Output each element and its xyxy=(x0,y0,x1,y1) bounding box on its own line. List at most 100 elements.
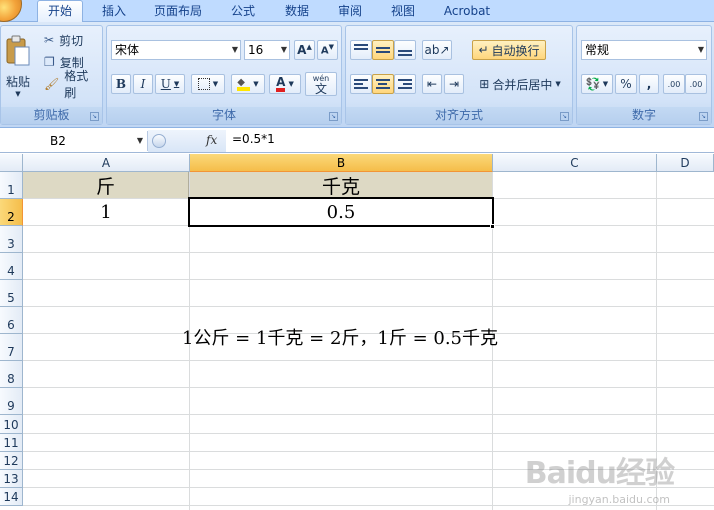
percent-button[interactable]: % xyxy=(615,74,637,94)
cell-a2[interactable]: 1 xyxy=(23,199,189,225)
alignment-launcher-icon[interactable]: ↘ xyxy=(560,112,569,121)
name-box[interactable]: B2 ▼ xyxy=(0,131,148,151)
number-format-value: 常规 xyxy=(585,43,610,57)
tab-acrobat[interactable]: Acrobat xyxy=(436,2,498,22)
accounting-format-button[interactable]: 💱 ▼ xyxy=(581,74,613,94)
italic-button[interactable]: I xyxy=(133,74,153,94)
column-header-d[interactable]: D xyxy=(657,154,714,172)
gridline xyxy=(23,387,714,388)
bold-button[interactable]: B xyxy=(111,74,131,94)
row-header-4[interactable]: 4 xyxy=(0,253,23,280)
chevron-down-icon: ▼ xyxy=(697,45,704,54)
align-top-button[interactable] xyxy=(350,40,372,60)
gridline xyxy=(23,306,714,307)
format-painter-button[interactable]: 🖌 格式刷 xyxy=(39,69,99,100)
align-middle-icon xyxy=(376,45,390,55)
borders-button[interactable]: ▼ xyxy=(191,74,225,94)
formula-input[interactable]: =0.5*1 xyxy=(232,132,275,146)
font-color-button[interactable]: A ▼ xyxy=(269,74,301,94)
row-header-5[interactable]: 5 xyxy=(0,280,23,307)
row-header-3[interactable]: 3 xyxy=(0,226,23,253)
cell-b1[interactable]: 千克 xyxy=(190,172,492,198)
align-right-button[interactable] xyxy=(394,74,416,94)
increase-decimal-button[interactable]: .00 xyxy=(663,74,685,94)
row-header-8[interactable]: 8 xyxy=(0,361,23,388)
number-launcher-icon[interactable]: ↘ xyxy=(699,112,708,121)
row-header-14[interactable]: 14 xyxy=(0,488,23,506)
tab-home[interactable]: 开始 xyxy=(37,0,83,23)
baidu-watermark-url: jingyan.baidu.com xyxy=(568,493,670,506)
decrease-decimal-icon: .00 xyxy=(689,79,703,89)
select-all-button[interactable] xyxy=(0,154,23,172)
format-painter-label: 格式刷 xyxy=(64,69,89,100)
row-header-9[interactable]: 9 xyxy=(0,388,23,415)
formula-bar: B2 ▼ fx =0.5*1 xyxy=(0,129,714,153)
number-format-select[interactable]: 常规 ▼ xyxy=(581,40,707,60)
clipboard-group-label: 剪贴板 xyxy=(1,107,102,124)
row-header-10[interactable]: 10 xyxy=(0,415,23,434)
font-name-select[interactable]: 宋体 ▼ xyxy=(111,40,241,60)
fill-handle[interactable] xyxy=(490,224,495,229)
grow-font-button[interactable]: A▲ xyxy=(294,40,315,60)
align-bottom-icon xyxy=(398,48,412,58)
row-header-13[interactable]: 13 xyxy=(0,470,23,488)
align-center-icon xyxy=(376,77,390,91)
paste-label: 粘贴 xyxy=(5,74,30,89)
align-top-icon xyxy=(354,42,368,52)
paste-button[interactable]: 粘贴 ▼ xyxy=(2,28,34,104)
align-left-button[interactable] xyxy=(350,74,372,94)
format-painter-icon: 🖌 xyxy=(44,77,60,91)
clipboard-launcher-icon[interactable]: ↘ xyxy=(90,112,99,121)
increase-indent-icon: ⇥ xyxy=(448,77,460,91)
row-header-11[interactable]: 11 xyxy=(0,434,23,452)
row-header-12[interactable]: 12 xyxy=(0,452,23,470)
resize-handle[interactable] xyxy=(152,134,166,148)
font-launcher-icon[interactable]: ↘ xyxy=(329,112,338,121)
borders-icon xyxy=(197,78,210,90)
column-header-a[interactable]: A xyxy=(23,154,190,172)
cut-button[interactable]: ✂ 剪切 xyxy=(39,30,99,50)
currency-icon: 💱 xyxy=(585,77,601,91)
comma-style-button[interactable]: , xyxy=(639,74,659,94)
grow-font-icon: A▲ xyxy=(297,43,312,57)
tab-data[interactable]: 数据 xyxy=(276,2,318,22)
number-group: 常规 ▼ 💱 ▼ % , .00 .00 数字 ↘ xyxy=(576,25,712,125)
font-size-select[interactable]: 16 ▼ xyxy=(244,40,290,60)
merge-center-label: 合并后居中 xyxy=(492,77,553,92)
font-color-icon: A xyxy=(276,76,286,92)
tab-review[interactable]: 审阅 xyxy=(329,2,371,22)
chevron-down-icon: ▼ xyxy=(136,136,143,145)
align-center-button[interactable] xyxy=(372,74,394,94)
wrap-text-button[interactable]: ↵ 自动换行 xyxy=(472,40,546,60)
row-header-2[interactable]: 2 xyxy=(0,199,23,226)
align-bottom-button[interactable] xyxy=(394,40,416,60)
tab-insert[interactable]: 插入 xyxy=(92,2,136,22)
tab-view[interactable]: 视图 xyxy=(382,2,424,22)
chevron-down-icon: ▼ xyxy=(280,45,287,54)
merge-center-button[interactable]: ⊞ 合并后居中 ▼ xyxy=(472,74,568,94)
decrease-decimal-button[interactable]: .00 xyxy=(685,74,707,94)
column-header-c[interactable]: C xyxy=(493,154,657,172)
gridline xyxy=(23,252,714,253)
fill-color-button[interactable]: ◆ ▼ xyxy=(231,74,265,94)
orientation-button[interactable]: ab↗ xyxy=(422,40,452,60)
align-middle-button[interactable] xyxy=(372,40,394,60)
row-header-1[interactable]: 1 xyxy=(0,172,23,199)
insert-function-button[interactable]: fx xyxy=(206,133,217,147)
underline-button[interactable]: U ▼ xyxy=(155,74,185,94)
wrap-text-label: 自动换行 xyxy=(491,43,540,58)
phonetic-guide-button[interactable]: wén 文 xyxy=(305,72,337,96)
column-header-b[interactable]: B xyxy=(190,154,493,172)
increase-indent-button[interactable]: ⇥ xyxy=(444,74,464,94)
increase-decimal-icon: .00 xyxy=(667,79,681,89)
decrease-indent-button[interactable]: ⇤ xyxy=(422,74,442,94)
cell-a1[interactable]: 斤 xyxy=(23,172,189,198)
tab-formulas[interactable]: 公式 xyxy=(222,2,264,22)
paste-icon xyxy=(6,35,30,65)
alignment-group: ab↗ ↵ 自动换行 ⇤ ⇥ ⊞ 合并后居中 ▼ 对齐方式 ↘ xyxy=(345,25,573,125)
baidu-watermark: Baidu经验 xyxy=(524,456,675,491)
office-button[interactable] xyxy=(0,0,22,22)
shrink-font-button[interactable]: A▼ xyxy=(317,40,338,60)
font-group-label: 字体 xyxy=(107,107,341,124)
tab-page-layout[interactable]: 页面布局 xyxy=(146,2,210,22)
